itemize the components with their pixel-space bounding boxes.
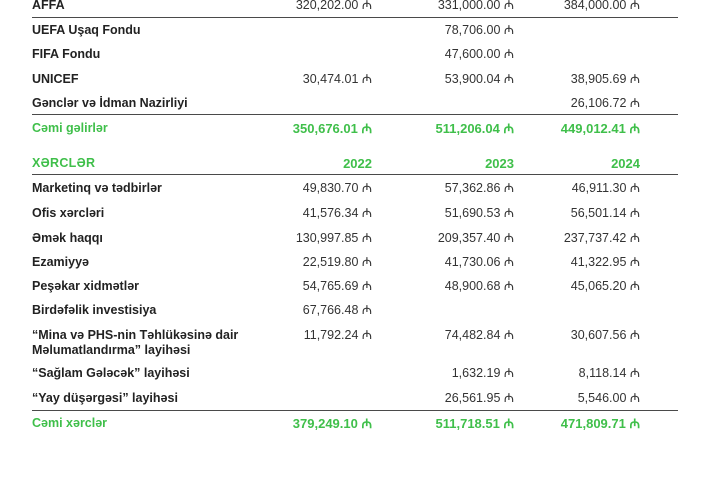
value-2022: 41,576.34 ₼ [302, 206, 372, 220]
row-label: “Sağlam Gələcək” layihəsi [32, 366, 190, 380]
value-2024: 26,106.72 ₼ [570, 96, 640, 110]
section-title: XƏRCLƏR [32, 156, 96, 170]
value-2023: 78,706.00 ₼ [444, 23, 514, 37]
financial-table: AFFA 320,202.00 ₼ 331,000.00 ₼ 384,000.0… [0, 0, 718, 479]
value-2023: 209,357.40 ₼ [437, 231, 514, 245]
value-2024: 384,000.00 ₼ [563, 0, 640, 12]
value-2024: 30,607.56 ₼ [570, 328, 640, 342]
row-label: UNICEF [32, 72, 79, 86]
value-2024: 237,737.42 ₼ [563, 231, 640, 245]
value-2022: 30,474.01 ₼ [302, 72, 372, 86]
row-divider [32, 17, 678, 18]
value-2024: 41,322.95 ₼ [570, 255, 640, 269]
value-2023: 47,600.00 ₼ [444, 47, 514, 61]
total-2024: 449,012.41 ₼ [560, 121, 640, 136]
year-2023-header: 2023 [485, 156, 514, 171]
row-label: UEFA Uşaq Fondu [32, 23, 141, 37]
row-label: Peşəkar xidmətlər [32, 279, 140, 293]
total-2023: 511,718.51 ₼ [435, 416, 515, 431]
total-2023: 511,206.04 ₼ [435, 121, 515, 136]
value-2024: 46,911.30 ₼ [571, 181, 640, 195]
row-label: Gənclər və İdman Nazirliyi [32, 96, 188, 110]
value-2023: 74,482.84 ₼ [444, 328, 514, 342]
value-2024: 8,118.14 ₼ [578, 366, 640, 380]
year-2024-header: 2024 [611, 156, 640, 171]
value-2023: 53,900.04 ₼ [444, 72, 514, 86]
row-label: Ezamiyyə [32, 255, 89, 269]
value-2024: 56,501.14 ₼ [570, 206, 640, 220]
row-label: Marketinq və tədbirlər [32, 181, 162, 195]
value-2024: 38,905.69 ₼ [570, 72, 640, 86]
value-2022: 67,766.48 ₼ [302, 303, 372, 317]
row-label: “Mina və PHS-nin Təhlükəsinə dair Məluma… [32, 328, 239, 357]
row-label: Birdəfəlik investisiya [32, 303, 157, 317]
value-2023: 1,632.19 ₼ [451, 366, 514, 380]
row-divider [32, 174, 678, 175]
total-label: Cəmi gəlirlər [32, 121, 108, 135]
value-2023: 51,690.53 ₼ [444, 206, 514, 220]
row-label: “Yay düşərgəsi” layihəsi [32, 391, 178, 405]
row-label: FIFA Fondu [32, 47, 101, 61]
value-2023: 57,362.86 ₼ [444, 181, 514, 195]
value-2023: 48,900.68 ₼ [444, 279, 514, 293]
value-2023: 41,730.06 ₼ [444, 255, 514, 269]
value-2022: 320,202.00 ₼ [295, 0, 372, 12]
value-2023: 331,000.00 ₼ [437, 0, 514, 12]
year-2022-header: 2022 [343, 156, 372, 171]
total-2024: 471,809.71 ₼ [560, 416, 640, 431]
row-label: Əmək haqqı [32, 231, 103, 245]
value-2023: 26,561.95 ₼ [444, 391, 514, 405]
total-2022: 350,676.01 ₼ [292, 121, 372, 136]
total-label: Cəmi xərclər [32, 416, 108, 430]
value-2024: 5,546.00 ₼ [577, 391, 640, 405]
value-2022: 49,830.70 ₼ [302, 181, 372, 195]
value-2022: 130,997.85 ₼ [295, 231, 372, 245]
row-divider [32, 410, 678, 411]
total-2022: 379,249.10 ₼ [292, 416, 372, 431]
value-2022: 11,792.24 ₼ [303, 328, 372, 342]
row-label: AFFA [32, 0, 65, 12]
value-2022: 54,765.69 ₼ [302, 279, 372, 293]
value-2022: 22,519.80 ₼ [302, 255, 372, 269]
row-divider [32, 114, 678, 115]
row-label: Ofis xərcləri [32, 206, 105, 220]
value-2024: 45,065.20 ₼ [570, 279, 640, 293]
